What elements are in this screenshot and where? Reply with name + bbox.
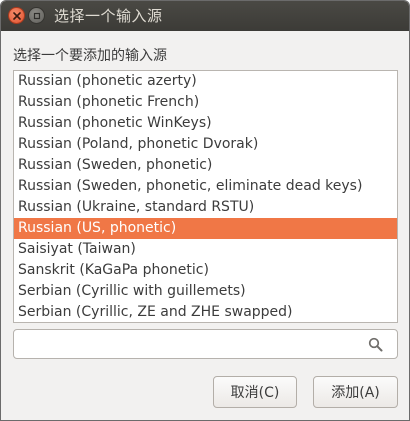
list-item[interactable]: Sanskrit (KaGaPa phonetic) (14, 260, 397, 281)
close-icon (12, 11, 21, 20)
add-button[interactable]: 添加(A) (313, 376, 398, 408)
window-title: 选择一个输入源 (54, 7, 163, 25)
list-item[interactable]: Russian (phonetic azerty) (14, 71, 397, 92)
minimize-icon (33, 12, 40, 19)
list-item[interactable]: Russian (Ukraine, standard RSTU) (14, 197, 397, 218)
list-item[interactable]: Russian (phonetic French) (14, 92, 397, 113)
dialog-prompt: 选择一个要添加的输入源 (13, 48, 167, 64)
cancel-button[interactable]: 取消(C) (213, 376, 297, 408)
search-icon[interactable] (368, 337, 383, 352)
title-bar: 选择一个输入源 (1, 1, 409, 31)
list-item[interactable]: Russian (phonetic WinKeys) (14, 113, 397, 134)
input-source-list[interactable]: Russian (phonetic azerty) Russian (phonet… (13, 70, 398, 323)
minimize-button[interactable] (28, 7, 45, 24)
list-item[interactable]: Serbian (Cyrillic with guillemets) (14, 281, 397, 302)
search-field[interactable] (13, 329, 398, 359)
input-source-dialog: 选择一个输入源 选择一个要添加的输入源 Russian (phonetic az… (0, 0, 410, 421)
list-item[interactable]: Russian (US, phonetic) (14, 218, 397, 239)
search-input[interactable] (20, 334, 360, 354)
list-item[interactable]: Russian (Sweden, phonetic, eliminate dea… (14, 176, 397, 197)
list-item[interactable]: Saisiyat (Taiwan) (14, 239, 397, 260)
list-item[interactable]: Serbian (Cyrillic, ZE and ZHE swapped) (14, 302, 397, 322)
list-item[interactable]: Russian (Poland, phonetic Dvorak) (14, 134, 397, 155)
close-button[interactable] (8, 7, 25, 24)
list-item[interactable]: Russian (Sweden, phonetic) (14, 155, 397, 176)
